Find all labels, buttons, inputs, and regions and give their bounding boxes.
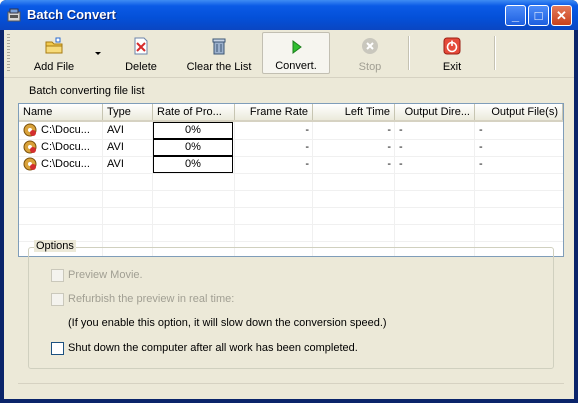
exit-label: Exit [442, 61, 462, 73]
preview-movie-checkbox[interactable] [51, 269, 64, 282]
toolbar-separator-2 [408, 36, 410, 70]
file-list[interactable]: Name Type Rate of Pro... Frame Rate Left… [18, 103, 564, 257]
exit-button[interactable]: Exit [420, 32, 484, 74]
row-frame-rate: - [305, 158, 309, 170]
delete-label: Delete [125, 61, 157, 73]
toolbar-grip[interactable] [7, 34, 10, 72]
convert-icon [292, 40, 302, 54]
convert-label: Convert. [275, 60, 317, 72]
convert-button[interactable]: Convert. [262, 32, 330, 74]
row-progress: 0% [153, 122, 233, 139]
video-file-icon [23, 123, 37, 137]
table-row[interactable]: C:\Docu... AVI 0% - - - - [19, 156, 563, 173]
row-name: C:\Docu... [41, 141, 90, 153]
list-header: Name Type Rate of Pro... Frame Rate Left… [19, 104, 563, 122]
column-header-progress[interactable]: Rate of Pro... [153, 104, 235, 120]
row-type: AVI [107, 124, 124, 136]
delete-icon [134, 37, 148, 55]
add-file-button[interactable]: Add File [14, 32, 94, 74]
client-area: Add File Delete Clear the List Convert. … [4, 30, 574, 399]
row-progress: 0% [153, 156, 233, 173]
add-file-label: Add File [33, 61, 75, 73]
add-file-icon [45, 37, 63, 54]
row-name: C:\Docu... [41, 158, 90, 170]
column-header-output-files[interactable]: Output File(s) [475, 104, 563, 120]
column-header-frame-rate[interactable]: Frame Rate [235, 104, 313, 120]
delete-button[interactable]: Delete [112, 32, 170, 74]
maximize-icon: □ [534, 8, 543, 23]
column-header-output-dir[interactable]: Output Dire... [395, 104, 475, 120]
shutdown-label: Shut down the computer after all work ha… [68, 342, 358, 354]
row-frame-rate: - [305, 124, 309, 136]
stop-icon [362, 38, 378, 54]
video-file-icon [23, 157, 37, 171]
row-output-files: - [479, 124, 483, 136]
clear-list-icon [212, 38, 226, 55]
minimize-icon: _ [511, 8, 520, 23]
table-row[interactable]: C:\Docu... AVI 0% - - - - [19, 139, 563, 156]
stop-label: Stop [358, 61, 382, 73]
clear-list-label: Clear the List [186, 61, 252, 73]
batch-convert-window: Batch Convert _ □ ✕ Add File Delete Clea… [0, 0, 578, 403]
row-type: AVI [107, 141, 124, 153]
refurbish-note: (If you enable this option, it will slow… [68, 317, 387, 329]
close-button[interactable]: ✕ [551, 5, 572, 26]
shutdown-checkbox[interactable] [51, 342, 64, 355]
row-output-dir: - [399, 141, 403, 153]
maximize-button[interactable]: □ [528, 5, 549, 26]
options-title: Options [34, 240, 76, 252]
row-left-time: - [387, 124, 391, 136]
refurbish-label: Refurbish the preview in real time: [68, 293, 235, 305]
column-header-left-time[interactable]: Left Time [313, 104, 395, 120]
app-icon [7, 8, 21, 22]
video-file-icon [23, 140, 37, 154]
row-type: AVI [107, 158, 124, 170]
toolbar: Add File Delete Clear the List Convert. … [4, 30, 574, 78]
stop-button[interactable]: Stop [340, 32, 400, 74]
row-output-files: - [479, 158, 483, 170]
toolbar-separator-3 [494, 36, 496, 70]
close-icon: ✕ [556, 8, 567, 23]
row-output-files: - [479, 141, 483, 153]
row-left-time: - [387, 158, 391, 170]
row-name: C:\Docu... [41, 124, 90, 136]
title-bar[interactable]: Batch Convert _ □ ✕ [0, 0, 578, 30]
add-file-dropdown-icon[interactable] [95, 52, 101, 55]
refurbish-checkbox[interactable] [51, 293, 64, 306]
row-frame-rate: - [305, 141, 309, 153]
row-left-time: - [387, 141, 391, 153]
divider [18, 383, 564, 384]
row-output-dir: - [399, 158, 403, 170]
minimize-button[interactable]: _ [505, 5, 526, 26]
column-header-type[interactable]: Type [103, 104, 153, 120]
row-progress: 0% [153, 139, 233, 156]
table-row[interactable]: C:\Docu... AVI 0% - - - - [19, 122, 563, 139]
window-title: Batch Convert [27, 7, 116, 22]
clear-list-button[interactable]: Clear the List [179, 32, 259, 74]
column-header-name[interactable]: Name [19, 104, 103, 120]
list-caption: Batch converting file list [29, 85, 145, 97]
row-output-dir: - [399, 124, 403, 136]
exit-icon [443, 37, 461, 55]
preview-movie-label: Preview Movie. [68, 269, 143, 281]
